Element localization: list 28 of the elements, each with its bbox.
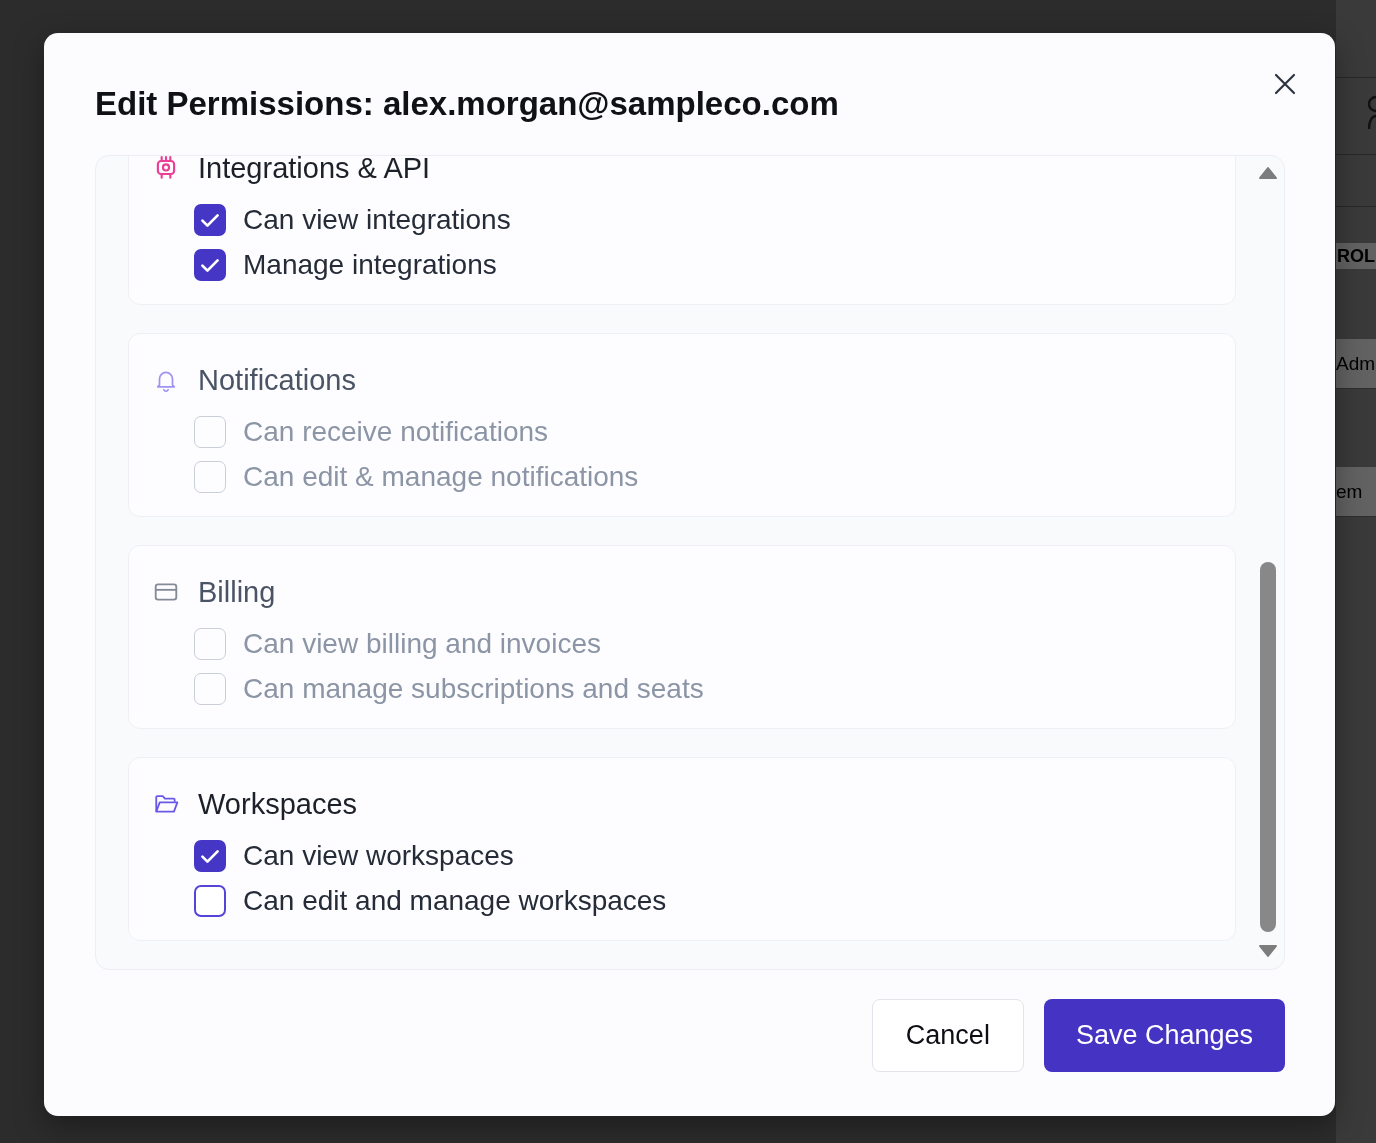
section-title: Integrations & API [198,156,431,186]
checkbox-label: Manage integrations [243,247,497,282]
checkbox-label: Can edit & manage notifications [243,459,639,494]
cancel-button[interactable]: Cancel [871,999,1024,1072]
close-button[interactable] [1272,71,1298,97]
checkbox-label: Can view billing and invoices [243,626,601,661]
close-icon [1273,72,1297,96]
section-title: Workspaces [198,787,358,822]
section-title: Notifications [198,363,356,398]
scroll-down-arrow-icon[interactable] [1258,944,1278,958]
checkbox-label: Can view integrations [243,202,511,237]
scrollbar-thumb[interactable] [1260,562,1276,932]
person-icon [1368,95,1376,131]
section-title: Billing [198,575,276,610]
table-cell: Adm [1336,351,1376,376]
scroll-up-arrow-icon[interactable] [1258,166,1278,180]
checkbox-label: Can view workspaces [243,838,514,873]
checkbox[interactable] [194,884,226,917]
checkbox-label: Can edit and manage workspaces [243,883,667,918]
column-header: ROL [1336,243,1376,269]
checkbox[interactable] [194,839,226,872]
table-cell: em [1336,479,1363,504]
checkbox-label: Can receive notifications [243,414,549,449]
checkbox-label: Can manage subscriptions and seats [243,671,704,706]
checkbox[interactable] [194,248,226,281]
save-button[interactable]: Save Changes [1043,999,1285,1072]
dialog-title: Edit Permissions: alex.morgan@sampleco.com [95,84,840,124]
checkbox[interactable] [194,203,226,236]
